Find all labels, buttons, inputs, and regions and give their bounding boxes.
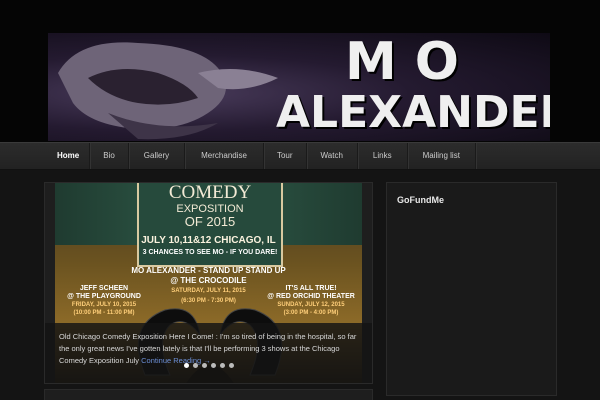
poster-chances: 3 CHANCES TO SEE MO - IF YOU DARE! bbox=[142, 249, 278, 256]
nav-item-mailing-list[interactable]: Mailing list bbox=[408, 143, 476, 169]
slider-dot[interactable] bbox=[219, 363, 225, 368]
poster-title-line1: COMEDY bbox=[168, 183, 252, 203]
slider-dot[interactable] bbox=[201, 363, 207, 368]
nav-item-watch[interactable]: Watch bbox=[307, 143, 358, 169]
page: MO ALEXANDER Home Bio Gallery Merchandise To… bbox=[0, 0, 600, 400]
poster-dates: JULY 10,11&12 CHICAGO, IL bbox=[141, 235, 276, 246]
nav-item-gallery[interactable]: Gallery bbox=[129, 143, 186, 169]
slider-dot[interactable] bbox=[183, 363, 189, 368]
slide-caption: Old Chicago Comedy Exposition Here I Com… bbox=[45, 323, 372, 383]
nav-item-links[interactable]: Links bbox=[358, 143, 408, 169]
portrait-graphic bbox=[58, 42, 278, 140]
venue-left-line1: JEFF SCHEEN bbox=[79, 285, 129, 292]
poster-main-line1: MO ALEXANDER - STAND UP STAND UP bbox=[131, 266, 286, 275]
slider-pagination bbox=[45, 363, 372, 368]
poster-title-line3: OF 2015 bbox=[184, 214, 236, 229]
content-panel bbox=[44, 389, 373, 400]
site-header: MO ALEXANDER bbox=[0, 0, 600, 142]
widget-title: GoFundMe bbox=[397, 195, 444, 205]
nav-item-home[interactable]: Home bbox=[47, 143, 91, 169]
nav-item-bio[interactable]: Bio bbox=[90, 143, 129, 169]
site-title-line1: MO bbox=[345, 33, 477, 92]
slider-dot[interactable] bbox=[210, 363, 216, 368]
main-nav: Home Bio Gallery Merchandise Tour Watch Links M… bbox=[0, 142, 600, 170]
slider-dot[interactable] bbox=[228, 363, 234, 368]
sidebar-widget: GoFundMe bbox=[386, 182, 557, 396]
nav-item-tour[interactable]: Tour bbox=[264, 143, 307, 169]
nav-list: Home Bio Gallery Merchandise Tour Watch Links M… bbox=[0, 143, 600, 169]
header-banner[interactable]: MO ALEXANDER bbox=[48, 33, 550, 141]
slider-dot[interactable] bbox=[192, 363, 198, 368]
site-title-line2: ALEXANDER bbox=[276, 87, 550, 138]
featured-slider: COMEDY EXPOSITION OF 2015 JULY 10,11&12 … bbox=[44, 182, 373, 384]
site-title: MO ALEXANDER bbox=[276, 33, 550, 138]
venue-right-line1: IT'S ALL TRUE! bbox=[285, 285, 337, 292]
nav-item-merchandise[interactable]: Merchandise bbox=[185, 143, 264, 169]
